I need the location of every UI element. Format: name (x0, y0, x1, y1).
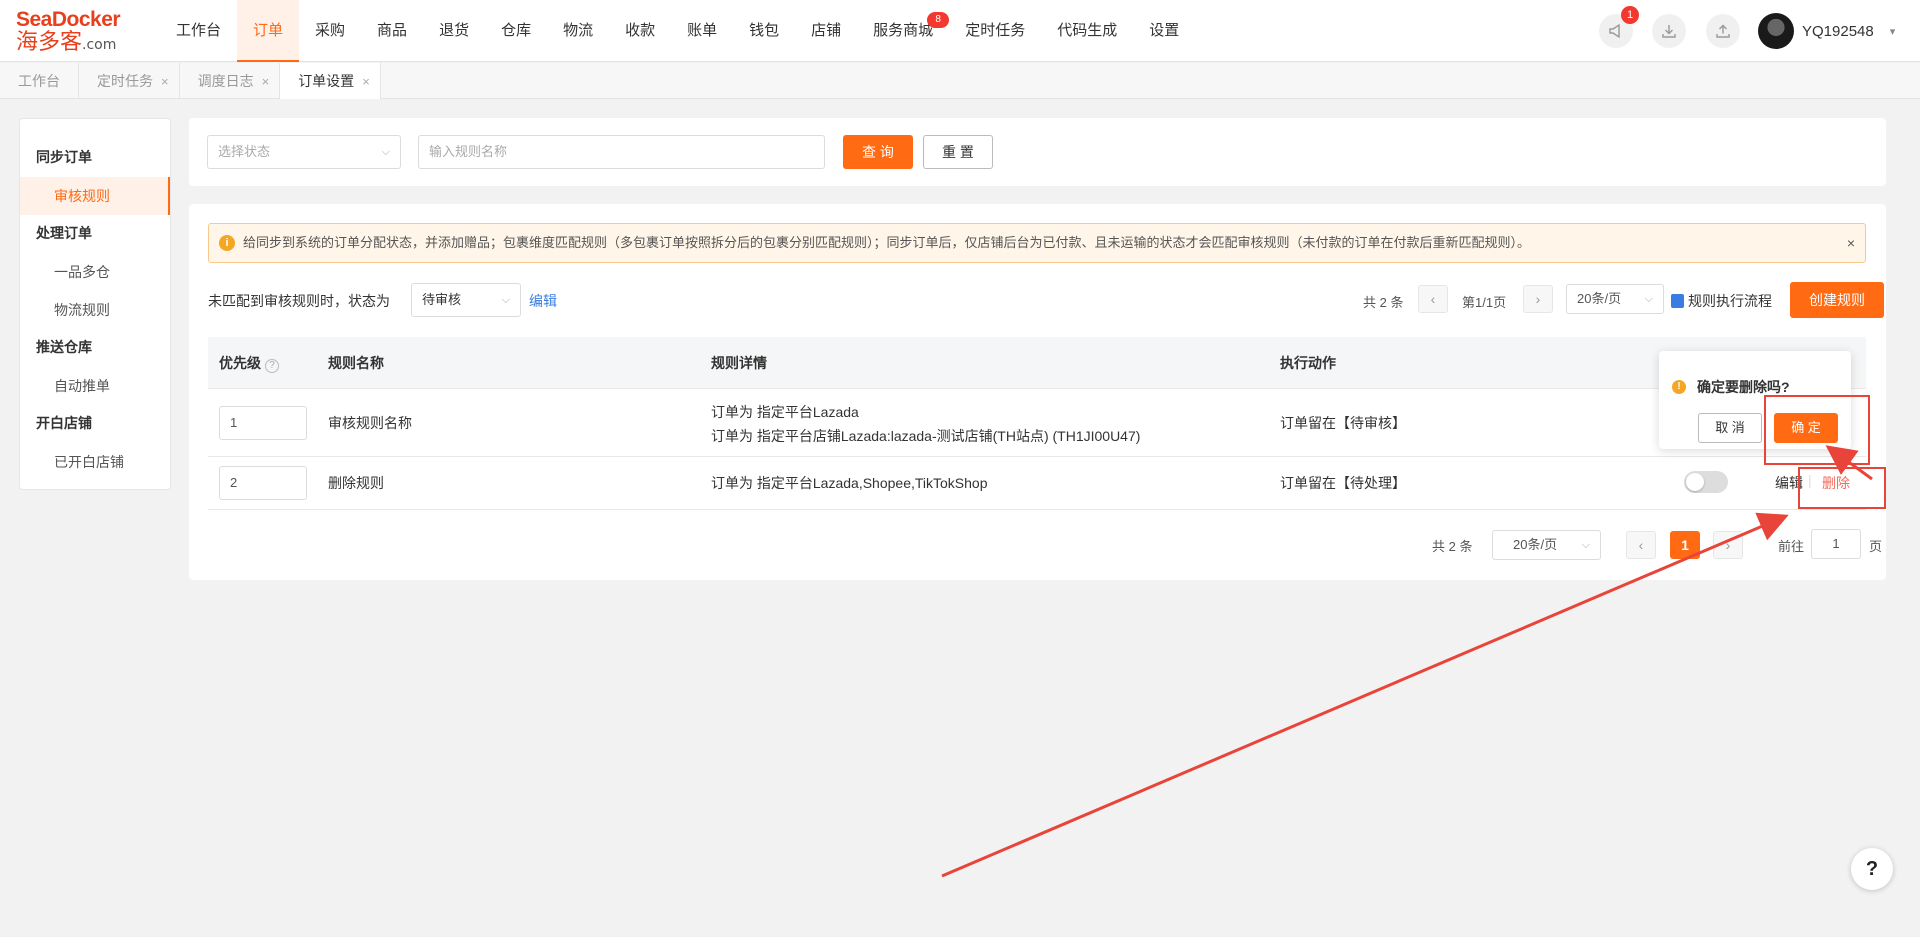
help-button[interactable]: ? (1851, 848, 1893, 890)
annotation-arrows (941, 445, 1873, 878)
